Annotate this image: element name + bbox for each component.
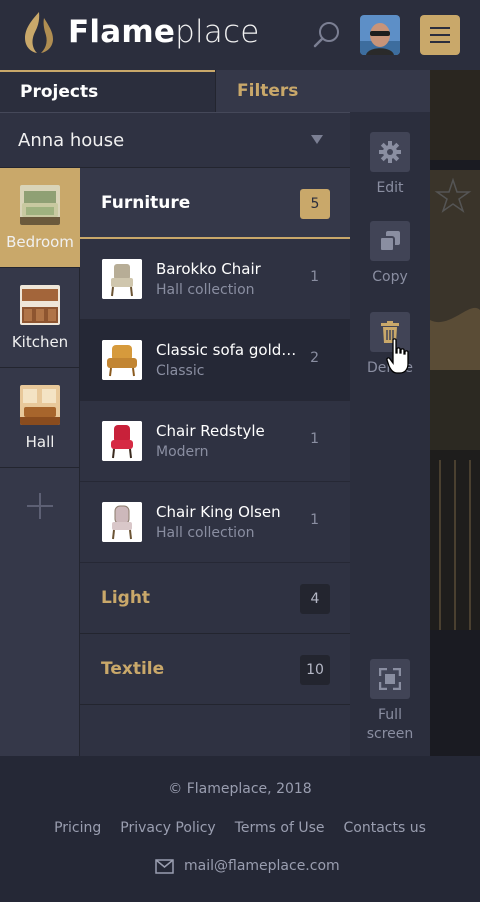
- item-thumbnail: [102, 259, 142, 299]
- items-list: Furniture 5 Barokko Chair Hall collectio…: [80, 168, 350, 756]
- flame-logo-icon: [25, 12, 53, 53]
- footer-link-privacy[interactable]: Privacy Policy: [120, 820, 215, 836]
- room-label: Kitchen: [11, 332, 69, 351]
- item-text: Chair King Olsen Hall collection: [156, 503, 301, 541]
- item-quantity: 1: [310, 512, 319, 528]
- delete-button[interactable]: Delete: [350, 312, 430, 378]
- menu-button[interactable]: [420, 15, 460, 55]
- item-text: Barokko Chair Hall collection: [156, 260, 301, 298]
- brand-bold: Flame: [68, 14, 176, 50]
- user-avatar[interactable]: [360, 15, 400, 55]
- tab-projects[interactable]: Projects: [0, 70, 215, 112]
- category-name: Furniture: [101, 192, 191, 213]
- item-thumbnail: [102, 340, 142, 380]
- list-item[interactable]: Chair Redstyle Modern 1: [80, 401, 350, 482]
- menu-icon-bar: [430, 41, 450, 43]
- fullscreen-label: Full screen: [366, 707, 414, 742]
- item-name: Chair Redstyle: [156, 422, 265, 440]
- edit-icon-box: [370, 132, 410, 172]
- footer-email-link[interactable]: mail@flameplace.com: [155, 858, 340, 874]
- item-thumbnail: [102, 502, 142, 542]
- footer-link-contacts[interactable]: Contacts us: [344, 820, 426, 836]
- room-label: Hall: [25, 432, 55, 451]
- item-text: Chair Redstyle Modern: [156, 422, 301, 460]
- edit-button[interactable]: Edit: [350, 132, 430, 198]
- tab-filters[interactable]: Filters: [215, 70, 430, 112]
- item-collection: Modern: [156, 444, 209, 460]
- item-thumbnail: [102, 421, 142, 461]
- footer-links: Pricing Privacy Policy Terms of Use Cont…: [0, 820, 480, 836]
- add-room-button[interactable]: [0, 468, 80, 544]
- item-text: Classic sofa golde... Classic: [156, 341, 301, 379]
- item-collection: Hall collection: [156, 282, 255, 298]
- panel-tabs: Projects Filters: [0, 70, 430, 112]
- item-name: Chair King Olsen: [156, 503, 281, 521]
- menu-icon-bar: [430, 34, 450, 36]
- room-thumbnail: [20, 284, 60, 325]
- footer-link-pricing[interactable]: Pricing: [54, 820, 101, 836]
- logo[interactable]: Flameplace: [22, 10, 259, 54]
- fullscreen-button[interactable]: Full screen: [350, 659, 430, 744]
- room-hall[interactable]: Hall: [0, 368, 80, 468]
- project-select[interactable]: Anna house: [0, 112, 350, 168]
- brand-name: Flameplace: [68, 14, 259, 50]
- footer-email: mail@flameplace.com: [184, 858, 340, 874]
- edit-label: Edit: [376, 180, 404, 196]
- item-collection: Hall collection: [156, 525, 255, 541]
- copy-button[interactable]: Copy: [350, 221, 430, 287]
- item-collection: Classic: [156, 363, 205, 379]
- category-count: 10: [300, 655, 330, 685]
- search-icon: [313, 22, 339, 48]
- chevron-down-icon: [311, 135, 323, 144]
- copy-icon-box: [370, 221, 410, 261]
- item-quantity: 1: [310, 431, 319, 447]
- footer-link-terms[interactable]: Terms of Use: [235, 820, 325, 836]
- search-button[interactable]: [312, 20, 342, 50]
- project-select-value: Anna house: [18, 129, 125, 151]
- fullscreen-icon-box: [370, 659, 410, 699]
- category-name: Light: [101, 588, 151, 608]
- room-label: Bedroom: [6, 232, 74, 251]
- room-thumbnail: [20, 384, 60, 425]
- room-bedroom[interactable]: Bedroom: [0, 168, 80, 268]
- copy-icon: [379, 231, 400, 252]
- category-furniture[interactable]: Furniture 5: [80, 168, 350, 239]
- list-item[interactable]: Chair King Olsen Hall collection 1: [80, 482, 350, 563]
- category-count: 5: [300, 189, 330, 219]
- gear-icon: [379, 141, 401, 163]
- app-header: Flameplace: [0, 0, 480, 70]
- category-count: 4: [300, 584, 330, 614]
- list-item[interactable]: Barokko Chair Hall collection 1: [80, 239, 350, 320]
- rooms-column: Bedroom Kitchen Hall: [0, 168, 80, 756]
- room-thumbnail: [20, 184, 60, 225]
- avatar-photo: [360, 15, 400, 55]
- footer: © Flameplace, 2018 Pricing Privacy Polic…: [0, 756, 480, 902]
- brand-light: place: [175, 14, 260, 50]
- category-textile[interactable]: Textile 10: [80, 634, 350, 705]
- item-name: Classic sofa golde...: [156, 341, 301, 359]
- copy-label: Copy: [372, 269, 408, 285]
- fullscreen-icon: [379, 668, 401, 690]
- hand-cursor-icon: [386, 338, 409, 374]
- category-name: Textile: [101, 659, 165, 679]
- category-light[interactable]: Light 4: [80, 563, 350, 634]
- room-kitchen[interactable]: Kitchen: [0, 268, 80, 368]
- item-quantity: 1: [310, 269, 319, 285]
- item-quantity: 2: [310, 350, 319, 366]
- item-name: Barokko Chair: [156, 260, 261, 278]
- mail-icon: [155, 858, 174, 874]
- menu-icon: [430, 27, 450, 29]
- action-rail: Edit Copy Delete: [350, 112, 430, 756]
- plus-icon: [27, 493, 53, 519]
- copyright: © Flameplace, 2018: [168, 781, 312, 797]
- list-item[interactable]: Classic sofa golde... Classic 2: [80, 320, 350, 401]
